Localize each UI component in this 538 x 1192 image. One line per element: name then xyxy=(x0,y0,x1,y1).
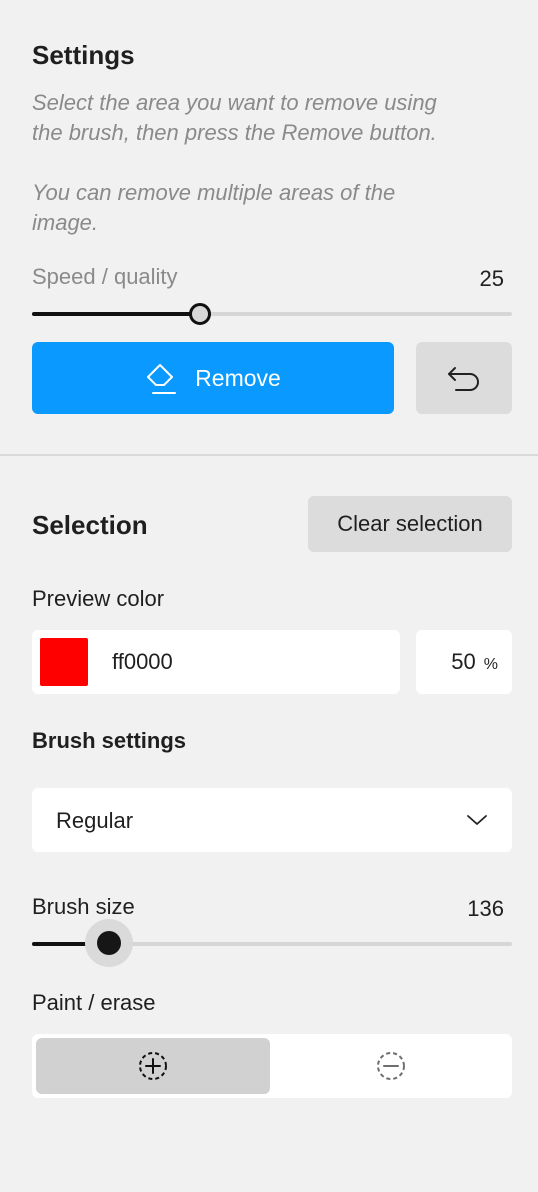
hint-line: You can remove multiple areas of the xyxy=(32,180,396,205)
color-field[interactable]: ff0000 xyxy=(32,630,400,694)
brush-settings-label: Brush settings xyxy=(32,728,187,753)
speed-thumb[interactable] xyxy=(189,303,211,325)
color-swatch[interactable] xyxy=(40,638,88,686)
remove-button[interactable]: Remove xyxy=(32,342,394,414)
brush-type-value: Regular xyxy=(56,808,134,833)
paint-mode-button[interactable] xyxy=(36,1038,270,1094)
chevron-down-icon xyxy=(466,810,488,830)
hint-line: image. xyxy=(32,210,99,235)
hint-line: the brush, then press the Remove button. xyxy=(32,120,437,145)
clear-selection-button[interactable]: Clear selection xyxy=(308,496,512,552)
settings-hint: Select the area you want to remove using… xyxy=(32,88,522,238)
opacity-unit: % xyxy=(483,656,498,673)
speed-track-fill xyxy=(32,312,200,316)
undo-icon xyxy=(446,363,482,393)
speed-value: 25 xyxy=(479,266,504,291)
color-hex-value[interactable]: ff0000 xyxy=(112,649,173,675)
brush-size-slider[interactable] xyxy=(32,918,512,968)
paint-erase-toggle[interactable] xyxy=(32,1034,512,1098)
eraser-icon xyxy=(145,360,181,396)
brush-size-thumb[interactable] xyxy=(97,931,121,955)
remove-circle-dashed-icon xyxy=(375,1050,407,1082)
speed-slider[interactable] xyxy=(32,300,512,328)
hint-line: Select the area you want to remove using xyxy=(32,90,437,115)
brush-size-label: Brush size xyxy=(32,894,135,919)
erase-mode-button[interactable] xyxy=(274,1038,508,1094)
remove-label: Remove xyxy=(195,364,281,391)
opacity-value[interactable]: 50 xyxy=(451,649,475,675)
speed-label: Speed / quality xyxy=(32,264,178,289)
brush-type-select[interactable]: Regular xyxy=(32,788,512,852)
undo-button[interactable] xyxy=(416,342,512,414)
paint-erase-label: Paint / erase xyxy=(32,990,156,1015)
settings-title: Settings xyxy=(32,40,135,70)
opacity-field[interactable]: 50 % xyxy=(416,630,512,694)
preview-color-label: Preview color xyxy=(32,586,165,611)
section-divider xyxy=(0,454,538,456)
add-circle-dashed-icon xyxy=(137,1050,169,1082)
opacity-wrapper: 50 % xyxy=(451,649,498,675)
selection-title: Selection xyxy=(32,510,148,540)
